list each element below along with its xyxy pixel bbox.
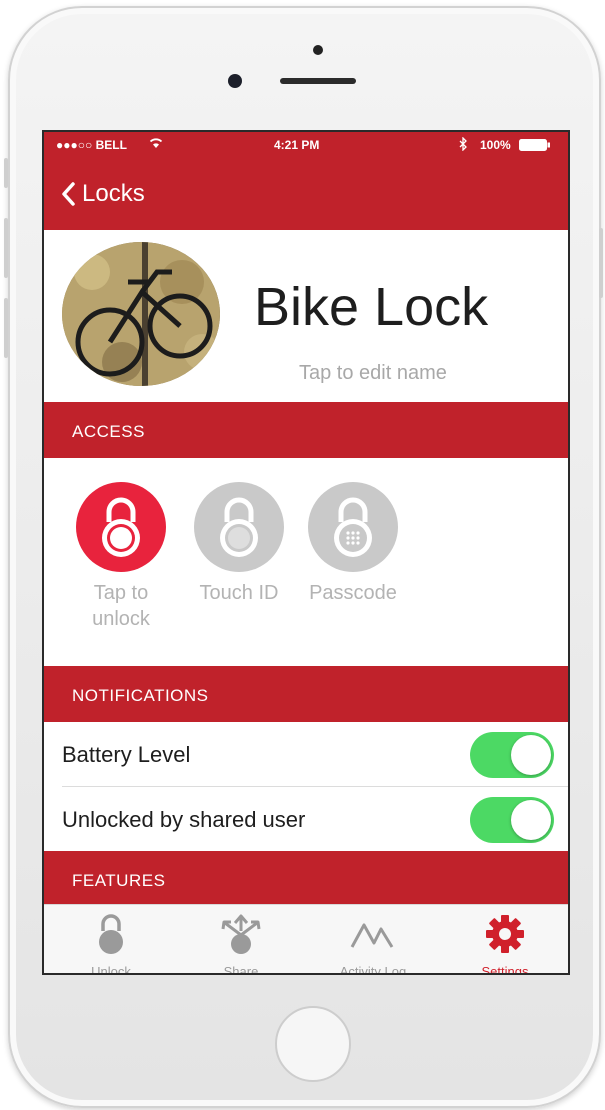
toggle-knob — [511, 800, 551, 840]
back-button[interactable]: Locks — [60, 178, 145, 210]
padlock-icon — [99, 914, 123, 954]
app-screen: ●●●○○ BELL 4:21 PM 100% Locks Bike Lock … — [42, 130, 570, 975]
fingerprint-lock-icon — [194, 482, 284, 572]
notification-row-unlocked-by-shared-user: Unlocked by shared user — [44, 787, 568, 851]
access-option-passcode[interactable]: Passcode — [298, 482, 408, 606]
padlock-icon — [76, 482, 166, 572]
lock-profile: Bike Lock Tap to edit name — [44, 230, 568, 402]
status-time: 4:21 PM — [274, 138, 320, 152]
notifications-header: NOTIFICATIONS — [44, 666, 568, 722]
mute-switch — [4, 158, 8, 188]
access-option-label: Tap to unlock — [92, 582, 150, 630]
proximity-sensor — [313, 45, 323, 55]
tab-share[interactable]: Share — [186, 913, 296, 975]
battery-level-toggle[interactable] — [470, 732, 554, 778]
share-icon — [221, 914, 261, 954]
volume-down-button — [4, 298, 8, 358]
earpiece-speaker — [280, 78, 356, 84]
tab-bar: Unlock Share Activity Log Settings — [44, 904, 568, 975]
lock-photo[interactable] — [62, 242, 220, 386]
access-option-touch-id[interactable]: Touch ID — [184, 482, 294, 606]
notification-label: Unlocked by shared user — [62, 807, 306, 832]
chevron-left-icon — [62, 182, 75, 206]
edit-name-hint[interactable]: Tap to edit name — [299, 362, 447, 385]
keypad-lock-icon — [308, 482, 398, 572]
home-button[interactable] — [275, 1006, 351, 1082]
access-options: Tap to unlock Touch ID Passcode — [44, 458, 568, 666]
shared-user-unlock-toggle[interactable] — [470, 797, 554, 843]
bluetooth-icon — [458, 136, 468, 154]
tab-label: Share — [223, 964, 259, 975]
volume-up-button — [4, 218, 8, 278]
tab-unlock[interactable]: Unlock — [56, 913, 166, 975]
gear-icon — [486, 915, 524, 953]
activity-icon — [350, 923, 394, 948]
access-header: ACCESS — [44, 402, 568, 458]
notification-label: Battery Level — [62, 742, 191, 767]
carrier-label: ●●●○○ BELL — [56, 138, 127, 152]
access-header-label: ACCESS — [72, 422, 145, 441]
access-option-tap-to-unlock[interactable]: Tap to unlock — [66, 482, 176, 632]
tab-settings[interactable]: Settings — [450, 913, 560, 975]
access-option-label: Touch ID — [199, 582, 279, 604]
status-bar: ●●●○○ BELL 4:21 PM 100% — [44, 132, 568, 158]
tab-label: Activity Log — [339, 964, 407, 975]
battery-percent: 100% — [480, 138, 511, 152]
power-button — [599, 228, 603, 298]
features-header: FEATURES — [44, 851, 568, 907]
battery-icon — [519, 139, 551, 154]
notifications-header-label: NOTIFICATIONS — [72, 686, 209, 705]
notification-row-battery-level: Battery Level — [44, 722, 568, 786]
access-option-label: Passcode — [309, 582, 397, 604]
tab-label: Settings — [481, 964, 529, 975]
navigation-bar: Locks — [44, 158, 568, 230]
tab-label: Unlock — [91, 964, 131, 975]
bike-photo-icon — [62, 242, 220, 386]
front-camera — [228, 74, 242, 88]
lock-name[interactable]: Bike Lock — [254, 276, 488, 338]
back-label: Locks — [82, 180, 145, 207]
tab-activity-log[interactable]: Activity Log — [318, 913, 428, 975]
wifi-icon — [148, 136, 164, 153]
features-header-label: FEATURES — [72, 871, 166, 890]
toggle-knob — [511, 735, 551, 775]
